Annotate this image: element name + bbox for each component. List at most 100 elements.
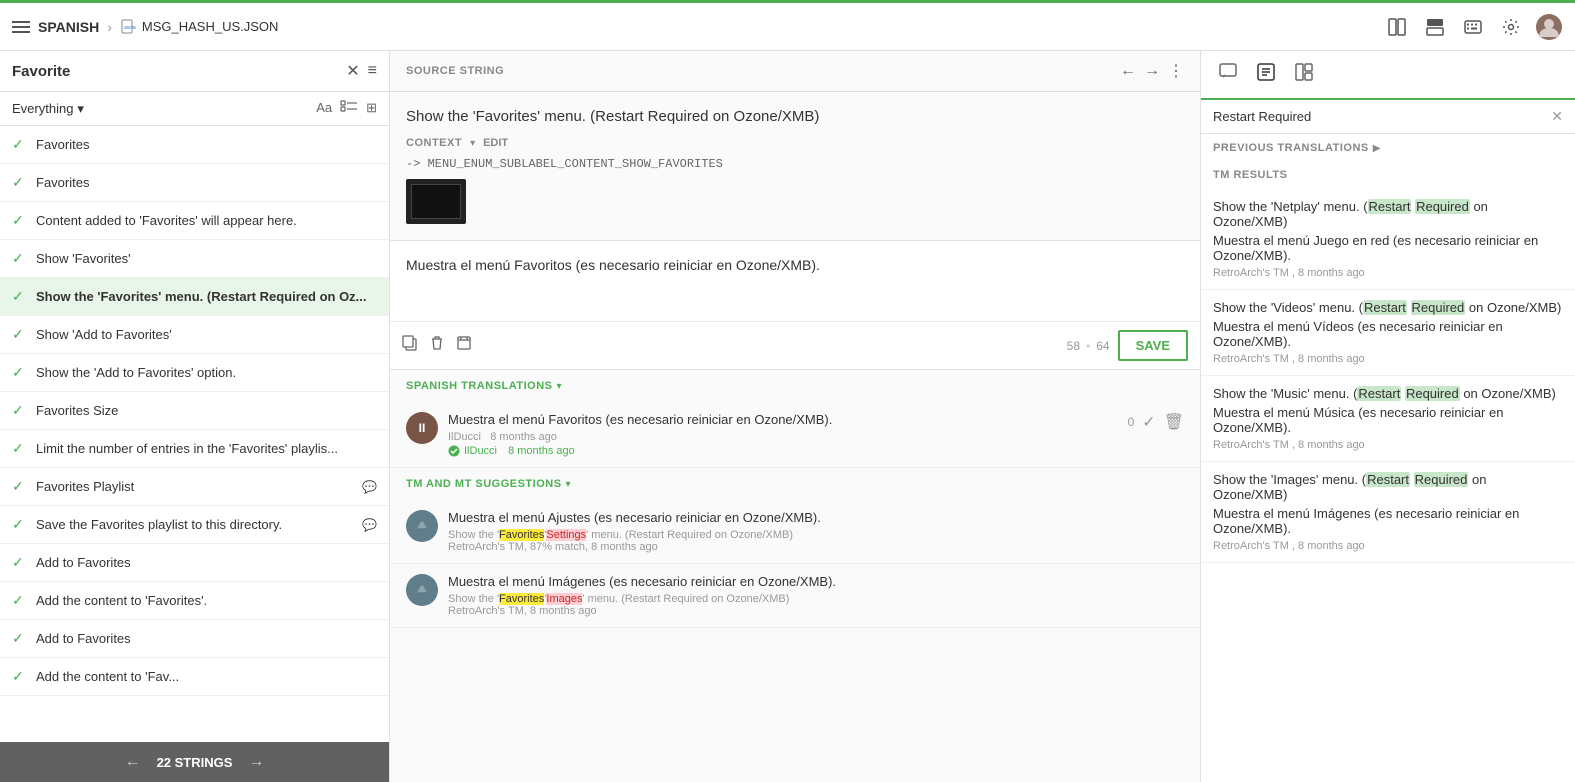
list-item-active[interactable]: ✓ Show the 'Favorites' menu. (Restart Re… — [0, 278, 389, 316]
keyboard-icon[interactable] — [1459, 13, 1487, 41]
string-text: Add to Favorites — [36, 631, 377, 646]
list-item[interactable]: ✓ Save the Favorites playlist to this di… — [0, 506, 389, 544]
layout2-icon[interactable] — [1421, 13, 1449, 41]
menu-icon[interactable] — [12, 21, 30, 33]
list-item[interactable]: ✓ Show the 'Add to Favorites' option. — [0, 354, 389, 392]
tm-result-meta: RetroArch's TM , 8 months ago — [1213, 540, 1563, 552]
context-value: -> MENU_ENUM_SUBLABEL_CONTENT_SHOW_FAVOR… — [406, 157, 1184, 171]
check-icon: ✓ — [12, 250, 28, 267]
list-item[interactable]: ✓ Show 'Favorites' — [0, 240, 389, 278]
list-item[interactable]: ✓ Favorites Size — [0, 392, 389, 430]
avatar-initials: II — [419, 421, 426, 435]
string-text: Show 'Add to Favorites' — [36, 327, 377, 342]
list-item[interactable]: ✓ Add the content to 'Fav... — [0, 658, 389, 696]
save-button[interactable]: SAVE — [1118, 330, 1188, 361]
right-panel: ✕ PREVIOUS TRANSLATIONS ▶ TM RESULTS Sho… — [1200, 51, 1575, 782]
svg-text:JSON: JSON — [123, 25, 135, 30]
list-item[interactable]: ✓ Favorites Playlist 💬 — [0, 468, 389, 506]
tm-result-source-text: Show the 'Videos' menu. (Restart Require… — [1213, 300, 1563, 315]
tm-result-item[interactable]: Show the 'Videos' menu. (Restart Require… — [1201, 290, 1575, 376]
strings-count: 22 STRINGS — [157, 755, 233, 770]
prev-string-button[interactable]: ← — [125, 753, 141, 771]
check-icon: ✓ — [12, 478, 28, 495]
spanish-translations-header[interactable]: SPANISH TRANSLATIONS ▾ — [390, 370, 1200, 402]
list-item[interactable]: ✓ Add to Favorites — [0, 544, 389, 582]
filter-icon[interactable]: ≡ — [368, 62, 377, 80]
right-search-bar: ✕ — [1201, 100, 1575, 134]
check-icon: ✓ — [12, 136, 28, 153]
tm-result-target-text: Muestra el menú Imágenes (es necesario r… — [1213, 506, 1563, 536]
delete-translation-icon[interactable]: 🗑 — [1164, 412, 1184, 432]
user-avatar[interactable] — [1535, 13, 1563, 41]
check-icon: ✓ — [12, 440, 28, 457]
next-source-icon[interactable]: → — [1144, 62, 1160, 80]
list-item[interactable]: ✓ Show 'Add to Favorites' — [0, 316, 389, 354]
check-icon: ✓ — [12, 402, 28, 419]
tm-result-target-text: Muestra el menú Vídeos (es necesario rei… — [1213, 319, 1563, 349]
case-sensitive-icon[interactable]: Aa — [316, 100, 332, 117]
list-item[interactable]: ✓ Favorites — [0, 164, 389, 202]
list-item[interactable]: ✓ Content added to 'Favorites' will appe… — [0, 202, 389, 240]
count-icon[interactable] — [340, 100, 358, 117]
settings-icon[interactable] — [1497, 13, 1525, 41]
tab-comments[interactable] — [1209, 51, 1247, 100]
list-item[interactable]: ✓ Add to Favorites — [0, 620, 389, 658]
copy-source-icon[interactable] — [402, 335, 418, 356]
char-limit: 64 — [1096, 339, 1109, 353]
breadcrumb-arrow: › — [107, 19, 112, 35]
search-controls: Aa ⊞ — [316, 100, 377, 117]
tab-history[interactable] — [1285, 51, 1323, 100]
spanish-translations-label: SPANISH TRANSLATIONS — [406, 380, 553, 392]
entry-content: Muestra el menú Favoritos (es necesario … — [448, 412, 1118, 457]
close-panel-icon[interactable]: ✕ — [346, 61, 359, 81]
screenshot-inner — [411, 184, 461, 219]
strings-footer: ← 22 STRINGS → — [0, 742, 389, 782]
tm-result-item[interactable]: Show the 'Netplay' menu. (Restart Requir… — [1201, 189, 1575, 290]
search-dropdown[interactable]: Everything ▾ — [12, 101, 84, 117]
tm-result-item[interactable]: Show the 'Music' menu. (Restart Required… — [1201, 376, 1575, 462]
file-breadcrumb: JSON MSG_HASH_US.JSON — [120, 19, 279, 35]
middle-panel: SOURCE STRING ← → ⋮ Show the 'Favorites'… — [390, 51, 1200, 782]
tm-avatar-1 — [406, 510, 438, 542]
list-item[interactable]: ✓ Limit the number of entries in the 'Fa… — [0, 430, 389, 468]
delete-icon[interactable] — [430, 335, 444, 356]
string-text: Limit the number of entries in the 'Favo… — [36, 441, 377, 456]
history-icon[interactable] — [456, 335, 472, 356]
clear-search-icon[interactable]: ✕ — [1551, 108, 1563, 125]
tab-search[interactable] — [1247, 51, 1285, 100]
verified-user: IlDucci — [464, 445, 497, 457]
accept-translation-icon[interactable]: ✓ — [1142, 412, 1155, 432]
context-bar: CONTEXT ▾ EDIT — [406, 137, 1184, 149]
prev-translations-header[interactable]: PREVIOUS TRANSLATIONS ▶ — [1201, 134, 1575, 162]
concordance-search-input[interactable] — [1213, 109, 1545, 124]
tm-suggestions-header[interactable]: TM AND MT SUGGESTIONS ▾ — [390, 468, 1200, 500]
list-item[interactable]: ✓ Add the content to 'Favorites'. — [0, 582, 389, 620]
translation-editor: Muestra el menú Favoritos (es necesario … — [390, 241, 1200, 370]
tm-result-item[interactable]: Show the 'Images' menu. (Restart Require… — [1201, 462, 1575, 563]
search-bar: Everything ▾ Aa ⊞ — [0, 92, 389, 126]
left-panel-header: Favorite ✕ ≡ — [0, 51, 389, 92]
tm-content-1: Muestra el menú Ajustes (es necesario re… — [448, 510, 1184, 553]
json-file-icon: JSON — [120, 19, 136, 35]
context-toggle-arrow[interactable]: ▾ — [470, 138, 475, 149]
more-options-icon[interactable]: ⋮ — [1168, 61, 1184, 81]
tm-content-2: Muestra el menú Imágenes (es necesario r… — [448, 574, 1184, 617]
source-string-text: Show the 'Favorites' menu. (Restart Requ… — [406, 108, 1184, 125]
prev-source-icon[interactable]: ← — [1120, 62, 1136, 80]
check-icon: ✓ — [12, 554, 28, 571]
string-text: Favorites — [36, 175, 377, 190]
check-icon: ✓ — [12, 516, 28, 533]
string-text: Favorites — [36, 137, 377, 152]
expand-icon[interactable]: ⊞ — [366, 100, 377, 117]
check-icon: ✓ — [12, 630, 28, 647]
next-string-button[interactable]: → — [248, 753, 264, 771]
check-icon: ✓ — [12, 326, 28, 343]
list-item[interactable]: ✓ Favorites — [0, 126, 389, 164]
char-count: 58 • 64 — [1067, 339, 1110, 353]
translation-text[interactable]: Muestra el menú Favoritos (es necesario … — [390, 241, 1200, 321]
source-string-label: SOURCE STRING — [406, 65, 1112, 77]
screenshot-thumbnail[interactable] — [406, 179, 466, 224]
string-text: Add the content to 'Fav... — [36, 669, 377, 684]
layout1-icon[interactable] — [1383, 13, 1411, 41]
edit-button[interactable]: EDIT — [483, 137, 508, 149]
